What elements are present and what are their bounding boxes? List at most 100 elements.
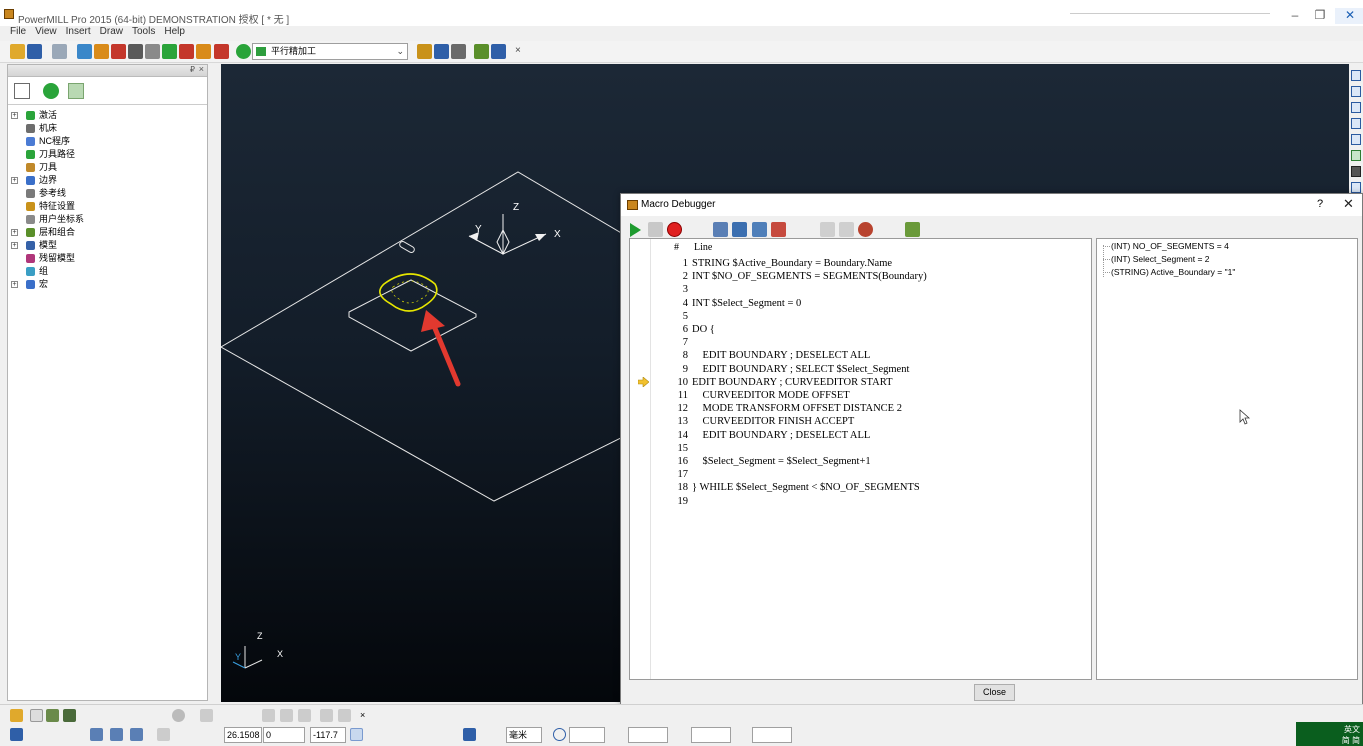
leads-links-icon[interactable]	[111, 44, 126, 59]
snap-icon[interactable]	[90, 728, 103, 741]
menu-help[interactable]: Help	[164, 26, 185, 40]
workplane-icon[interactable]	[10, 709, 23, 722]
tree-item[interactable]: 特征设置	[8, 200, 207, 213]
pin-icon[interactable]: ₽	[190, 65, 195, 74]
model-icon[interactable]	[46, 709, 59, 722]
snap-2-icon[interactable]	[110, 728, 123, 741]
view-side-icon[interactable]	[1351, 118, 1361, 129]
bottom-toolbar-close-icon[interactable]: ×	[360, 709, 373, 722]
save-project-icon[interactable]	[27, 44, 42, 59]
tree-item[interactable]: + 模型	[8, 239, 207, 252]
tree-item[interactable]: NC程序	[8, 135, 207, 148]
tab-explorer-tree-icon[interactable]	[14, 83, 30, 99]
tree-item[interactable]: 机床	[8, 122, 207, 135]
rapid-move-icon[interactable]	[94, 44, 109, 59]
tree-item[interactable]: 刀具	[8, 161, 207, 174]
curve-tool-4-icon[interactable]	[320, 709, 333, 722]
curve-tool-5-icon[interactable]	[338, 709, 351, 722]
coord-z-field[interactable]: -117.7	[310, 727, 346, 743]
debugger-close-button[interactable]: Close	[974, 684, 1015, 701]
tree-item[interactable]: 参考线	[8, 187, 207, 200]
block-icon[interactable]	[77, 44, 92, 59]
curve-tool-icon[interactable]	[262, 709, 275, 722]
menu-tools[interactable]: Tools	[132, 26, 155, 40]
explorer-close-button[interactable]: ×	[199, 64, 204, 74]
variable-item[interactable]: (STRING) Active_Boundary = "1"	[1111, 267, 1235, 279]
shading-icon[interactable]	[1351, 166, 1361, 177]
view-iso-icon[interactable]	[1351, 70, 1361, 81]
maximize-button[interactable]: ❐	[1305, 8, 1335, 24]
units-icon[interactable]	[463, 728, 476, 741]
run-icon[interactable]	[630, 223, 641, 237]
tree-item[interactable]: + 宏	[8, 278, 207, 291]
step-out-icon[interactable]	[752, 222, 767, 237]
expand-icon[interactable]: +	[11, 229, 18, 236]
step-field[interactable]	[628, 727, 668, 743]
wizard-icon[interactable]	[491, 44, 506, 59]
debugger-help-button[interactable]: ?	[1317, 198, 1323, 210]
options-icon[interactable]	[905, 222, 920, 237]
ruler-icon[interactable]	[451, 44, 466, 59]
stop-icon[interactable]	[667, 222, 682, 237]
tab-internet-icon[interactable]	[43, 83, 59, 99]
variable-item[interactable]: (INT) NO_OF_SEGMENTS = 4	[1111, 241, 1229, 253]
menu-insert[interactable]: Insert	[66, 26, 91, 40]
feature-icon[interactable]	[474, 44, 489, 59]
start-point-icon[interactable]	[128, 44, 143, 59]
settings-icon[interactable]	[172, 709, 185, 722]
close-window-button[interactable]: ✕	[1335, 8, 1363, 24]
tree-item[interactable]: 刀具路径	[8, 148, 207, 161]
coord-mode-icon[interactable]	[350, 728, 363, 741]
step-into-icon[interactable]	[713, 222, 728, 237]
strategy-combo[interactable]: 平行精加工 ⌄	[252, 43, 408, 60]
crosshair-icon[interactable]	[553, 728, 566, 741]
tree-item[interactable]: 用户坐标系	[8, 213, 207, 226]
diameter-field[interactable]	[691, 727, 731, 743]
transform-icon[interactable]	[200, 709, 213, 722]
curve-tool-2-icon[interactable]	[280, 709, 293, 722]
tool-icon[interactable]	[417, 44, 432, 59]
nc-output-icon[interactable]	[196, 44, 211, 59]
view-top-icon[interactable]	[1351, 86, 1361, 97]
tree-item[interactable]: 组	[8, 265, 207, 278]
expand-icon[interactable]: +	[11, 112, 18, 119]
open-project-icon[interactable]	[10, 44, 25, 59]
feeds-speeds-icon[interactable]	[145, 44, 160, 59]
zoom-icon[interactable]	[1351, 134, 1361, 145]
breakpoint-disabled-icon[interactable]	[820, 222, 835, 237]
toggle-breakpoint-icon[interactable]	[858, 222, 873, 237]
macro-code-panel[interactable]: # Line 1 STRING $Active_Boundary = Bounda…	[629, 238, 1092, 680]
variables-panel[interactable]: (INT) NO_OF_SEGMENTS = 4 (INT) Select_Se…	[1096, 238, 1358, 680]
toolbar-close-button[interactable]: ×	[515, 45, 521, 56]
toolpath-active-icon[interactable]	[236, 44, 251, 59]
menu-draw[interactable]: Draw	[100, 26, 123, 40]
coord-x-field[interactable]: 26.1508	[224, 727, 262, 743]
curve-tool-3-icon[interactable]	[298, 709, 311, 722]
refresh-icon[interactable]	[1351, 150, 1361, 161]
workplane-status-icon[interactable]	[10, 728, 23, 741]
pause-icon[interactable]	[648, 222, 663, 237]
ime-indicator[interactable]: 英文 简 简	[1296, 722, 1363, 746]
run-to-cursor-icon[interactable]	[771, 222, 786, 237]
more-view-icon[interactable]	[1351, 182, 1361, 193]
dropdown-icon[interactable]	[30, 709, 43, 722]
grid-icon[interactable]	[157, 728, 170, 741]
units-field[interactable]: 毫米	[506, 727, 542, 743]
variable-item[interactable]: (INT) Select_Segment = 2	[1111, 254, 1210, 266]
step-over-icon[interactable]	[732, 222, 747, 237]
expand-icon[interactable]: +	[11, 177, 18, 184]
tool-database-icon[interactable]	[434, 44, 449, 59]
snap-3-icon[interactable]	[130, 728, 143, 741]
debugger-close-x-button[interactable]: ✕	[1343, 196, 1354, 212]
simulation-icon[interactable]	[179, 44, 194, 59]
clear-breakpoints-icon[interactable]	[839, 222, 854, 237]
coord-y-field[interactable]: 0	[263, 727, 305, 743]
machine-tool-icon[interactable]	[214, 44, 229, 59]
tree-item[interactable]: + 层和组合	[8, 226, 207, 239]
print-icon[interactable]	[52, 44, 67, 59]
angle-field[interactable]	[569, 727, 605, 743]
tolerance-field[interactable]	[752, 727, 792, 743]
expand-icon[interactable]: +	[11, 281, 18, 288]
tab-recycle-bin-icon[interactable]	[68, 83, 84, 99]
model-alt-icon[interactable]	[63, 709, 76, 722]
